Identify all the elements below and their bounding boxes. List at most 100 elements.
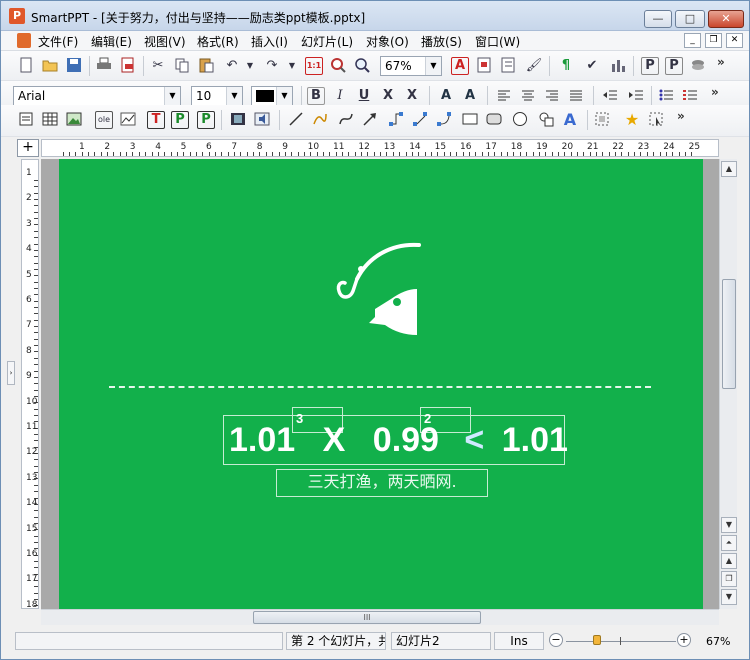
menu-format[interactable]: 格式(R) <box>197 33 239 50</box>
zoom-icon[interactable] <box>353 57 371 75</box>
export-pdf-icon[interactable] <box>119 57 137 75</box>
group-icon[interactable] <box>593 111 611 129</box>
strikethrough-button[interactable]: X <box>379 87 397 105</box>
paste-icon[interactable] <box>197 57 215 75</box>
toolbar-more-icon[interactable]: » <box>711 85 719 99</box>
justify-icon[interactable] <box>567 87 585 105</box>
select-object-icon[interactable] <box>647 111 665 129</box>
numbered-list-icon[interactable] <box>681 87 699 105</box>
zoom-select[interactable]: 67% ▼ <box>380 56 442 76</box>
fish-hook-icon[interactable] <box>319 241 429 341</box>
wordart-icon[interactable]: A <box>561 111 579 129</box>
chevron-down-icon[interactable]: ▼ <box>226 87 242 105</box>
ruler-corner-button[interactable]: + <box>17 139 39 157</box>
font-size-select[interactable]: 10 ▼ <box>191 86 243 106</box>
actual-size-icon[interactable]: 1:1 <box>305 57 323 75</box>
horizontal-scrollbar[interactable]: III <box>41 609 719 625</box>
undo-dropdown-icon[interactable]: ▼ <box>241 57 259 75</box>
find-replace-icon[interactable] <box>475 57 493 75</box>
new-icon[interactable] <box>17 57 35 75</box>
freehand-icon[interactable] <box>311 111 329 129</box>
elbow-connector-icon[interactable] <box>411 111 429 129</box>
notes-view-icon[interactable]: P <box>665 57 683 75</box>
menu-object[interactable]: 对象(O) <box>366 33 409 50</box>
audio-icon[interactable] <box>253 111 271 129</box>
slide-sorter-icon[interactable]: ❐ <box>721 571 737 587</box>
save-icon[interactable] <box>65 57 83 75</box>
copy-icon[interactable] <box>173 57 191 75</box>
menu-edit[interactable]: 编辑(E) <box>91 33 132 50</box>
video-icon[interactable] <box>229 111 247 129</box>
shrink-font-button[interactable]: A <box>461 87 479 105</box>
menu-insert[interactable]: 插入(I) <box>251 33 288 50</box>
first-slide-icon[interactable]: ⏶ <box>721 535 737 551</box>
vertical-scroll-thumb[interactable] <box>722 279 736 389</box>
decrease-indent-icon[interactable] <box>601 87 619 105</box>
undo-icon[interactable]: ↶ <box>223 57 241 75</box>
slide-canvas[interactable]: 1.01 X 0.99 < 1.01 3 2 三天打渔，两天晒网. <box>41 159 719 609</box>
italic-button[interactable]: I <box>331 87 349 105</box>
doc-close-button[interactable]: ✕ <box>726 33 743 48</box>
open-icon[interactable] <box>41 57 59 75</box>
align-right-icon[interactable] <box>543 87 561 105</box>
next-slide-icon[interactable]: ▼ <box>721 589 737 605</box>
status-insert-mode[interactable]: Ins <box>494 632 544 650</box>
toolbar-more-icon[interactable]: » <box>717 55 725 69</box>
placeholder-icon[interactable]: P <box>171 111 189 129</box>
zoom-in-button[interactable]: + <box>677 633 691 647</box>
menu-view[interactable]: 视图(V) <box>144 33 186 50</box>
redo-icon[interactable]: ↷ <box>263 57 281 75</box>
panel-toggle-button[interactable]: › <box>7 361 15 385</box>
arrow-icon[interactable] <box>361 111 379 129</box>
spellcheck-icon[interactable]: ✔ <box>583 57 601 75</box>
document-icon[interactable] <box>17 33 31 48</box>
underline-button[interactable]: U <box>355 87 373 105</box>
menu-window[interactable]: 窗口(W) <box>475 33 520 50</box>
placeholder-alt-icon[interactable]: P <box>197 111 215 129</box>
curved-connector-icon[interactable] <box>435 111 453 129</box>
minimize-button[interactable]: — <box>644 10 672 28</box>
text-color-icon[interactable]: A <box>451 57 469 75</box>
menu-slide[interactable]: 幻灯片(L) <box>301 33 353 50</box>
font-select[interactable]: Arial ▼ <box>13 86 181 106</box>
print-icon[interactable] <box>95 57 113 75</box>
star-icon[interactable]: ★ <box>623 111 641 129</box>
format-painter-icon[interactable]: 🖌 <box>525 57 543 75</box>
horizontal-scroll-thumb[interactable]: III <box>253 611 481 624</box>
curve-icon[interactable] <box>337 111 355 129</box>
vertical-scrollbar[interactable]: ▲ ▼ ⏶ ▲ ❐ ▼ <box>719 159 737 609</box>
text-box-icon[interactable]: T <box>147 111 165 129</box>
scroll-down-icon[interactable]: ▼ <box>721 517 737 533</box>
menu-file[interactable]: 文件(F) <box>38 33 78 50</box>
connector-icon[interactable] <box>387 111 405 129</box>
chevron-down-icon[interactable]: ▼ <box>164 87 180 105</box>
redo-dropdown-icon[interactable]: ▼ <box>283 57 301 75</box>
layers-icon[interactable] <box>689 57 707 75</box>
align-center-icon[interactable] <box>519 87 537 105</box>
text-frame-icon[interactable] <box>17 111 35 129</box>
slide-view-icon[interactable]: P <box>641 57 659 75</box>
grow-font-button[interactable]: A <box>437 87 455 105</box>
chevron-down-icon[interactable]: ▼ <box>425 57 441 75</box>
paragraph-mark-icon[interactable]: ¶ <box>557 57 575 75</box>
line-icon[interactable] <box>287 111 305 129</box>
zoom-slider-thumb[interactable] <box>593 635 601 645</box>
zoom-out-button[interactable]: − <box>549 633 563 647</box>
maximize-button[interactable]: □ <box>675 10 705 28</box>
previous-slide-icon[interactable]: ▲ <box>721 553 737 569</box>
close-button[interactable]: ✕ <box>708 10 744 28</box>
list-icon[interactable] <box>499 57 517 75</box>
table-icon[interactable] <box>41 111 59 129</box>
chart-icon[interactable] <box>609 57 627 75</box>
slide[interactable]: 1.01 X 0.99 < 1.01 3 2 三天打渔，两天晒网. <box>59 159 703 609</box>
scroll-up-icon[interactable]: ▲ <box>721 161 737 177</box>
rectangle-icon[interactable] <box>461 111 479 129</box>
menu-play[interactable]: 播放(S) <box>421 33 462 50</box>
rounded-rectangle-icon[interactable] <box>485 111 503 129</box>
ellipse-icon[interactable] <box>511 111 529 129</box>
doc-minimize-button[interactable]: _ <box>684 33 701 48</box>
chevron-down-icon[interactable]: ▼ <box>276 87 292 105</box>
chart-frame-icon[interactable] <box>119 111 137 129</box>
bold-button[interactable]: B <box>307 87 325 105</box>
cut-icon[interactable]: ✂ <box>149 57 167 75</box>
